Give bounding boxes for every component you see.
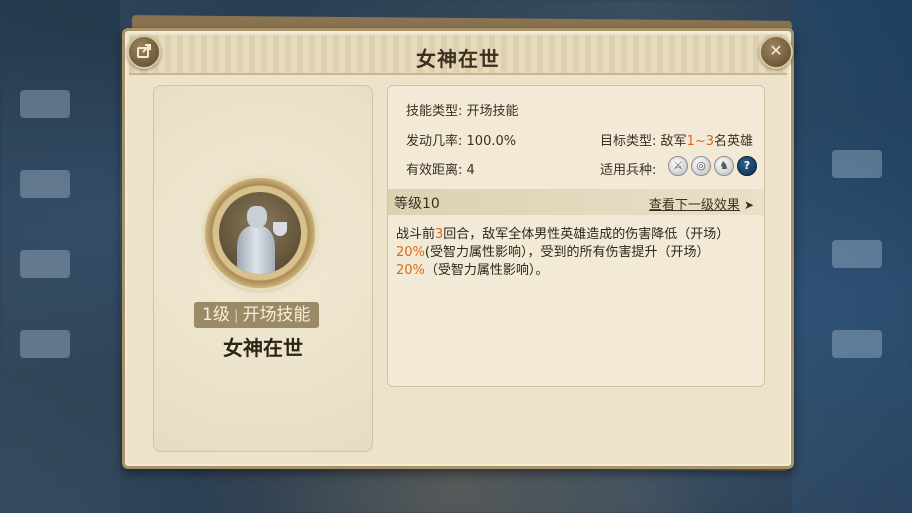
skill-name: 女神在世: [223, 336, 303, 360]
background-tile: [832, 240, 882, 268]
desc-part1: 战斗前: [396, 227, 436, 242]
background-tile: [20, 170, 70, 198]
share-button[interactable]: [127, 35, 161, 69]
close-icon: ✕: [769, 41, 783, 60]
range-label: 有效距离:: [406, 163, 463, 178]
next-level-link[interactable]: 查看下一级效果 ➤: [649, 194, 754, 213]
desc-pct2: 20%: [396, 263, 425, 278]
statue-head: [247, 206, 267, 228]
skill-level-label: 等级10: [394, 196, 440, 212]
background-right-menu: [792, 0, 912, 513]
skill-level-badge: 1级 | 开场技能: [194, 302, 319, 328]
skill-type-row: 技能类型: 开场技能: [406, 100, 519, 119]
skill-portrait-frame: [205, 178, 315, 288]
target-suffix: 名英雄: [713, 134, 753, 149]
target-type-label: 目标类型:: [600, 134, 657, 149]
next-level-text: 查看下一级效果: [648, 198, 740, 213]
troop-type-icons: ⚔ ◎ ♞ ?: [668, 156, 757, 176]
skill-level: 1级: [202, 305, 230, 325]
background-left-menu: [0, 0, 120, 513]
background-tile: [20, 90, 70, 118]
troop-type-label: 适用兵种:: [600, 163, 657, 178]
trigger-rate-row: 发动几率: 100.0%: [406, 130, 516, 149]
desc-part2: 回合，敌军全体男性英雄造成的伤害降低（开场）: [443, 227, 730, 242]
target-type-row: 目标类型: 敌军1~3名英雄: [600, 130, 753, 149]
background-tile: [832, 330, 882, 358]
skill-info-card: 技能类型: 开场技能 发动几率: 100.0% 目标类型: 敌军1~3名英雄 有…: [387, 85, 765, 387]
trigger-rate-label: 发动几率:: [406, 134, 463, 149]
question-icon[interactable]: ?: [737, 156, 757, 176]
range-row: 有效距离: 4: [406, 159, 475, 178]
statue-cup: [273, 222, 287, 236]
range-value: 4: [466, 163, 475, 178]
close-button[interactable]: ✕: [759, 35, 793, 69]
desc-pct1: 20%: [396, 245, 425, 260]
skill-detail-dialog: 女神在世 ✕ 1级 | 开场技能 女神在世 技能类型: 开场技能 发动几率: 1…: [122, 28, 794, 469]
dialog-header: 女神在世: [129, 35, 787, 75]
sword-icon[interactable]: ⚔: [668, 156, 688, 176]
share-icon: [137, 44, 151, 58]
statue-body: [237, 226, 275, 274]
target-prefix: 敌军: [660, 134, 687, 149]
desc-part3: (受智力属性影响），受到的所有伤害提升（开场）: [424, 245, 710, 260]
desc-part4: （受智力属性影响）。: [424, 263, 549, 278]
background-tile: [20, 330, 70, 358]
horse-icon[interactable]: ♞: [714, 156, 734, 176]
skill-type-label: 技能类型:: [406, 104, 463, 119]
dialog-title: 女神在世: [416, 47, 500, 71]
skill-portrait: [219, 192, 301, 274]
target-range: 1~3: [686, 134, 714, 149]
skill-description: 战斗前3回合，敌军全体男性英雄造成的伤害降低（开场） 20%(受智力属性影响），受…: [396, 226, 756, 280]
background-tile: [20, 250, 70, 278]
background-tile: [832, 150, 882, 178]
trigger-rate-value: 100.0%: [466, 134, 517, 149]
level-bar: 等级10 查看下一级效果 ➤: [388, 189, 764, 215]
skill-portrait-card: 1级 | 开场技能 女神在世: [153, 85, 373, 452]
badge-separator: |: [233, 308, 239, 324]
target-icon[interactable]: ◎: [691, 156, 711, 176]
skill-type-value: 开场技能: [466, 104, 519, 119]
arrow-right-icon: ➤: [743, 198, 754, 212]
skill-type-badge: 开场技能: [242, 305, 311, 325]
